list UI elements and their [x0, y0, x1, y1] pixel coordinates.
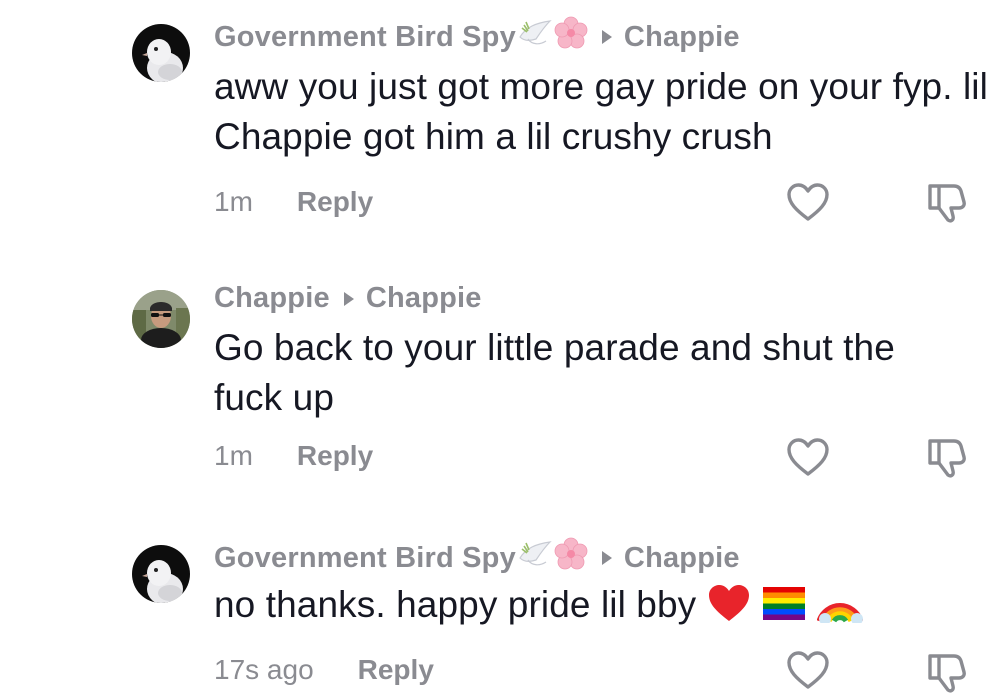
red-heart-icon [707, 583, 751, 636]
dove-icon [516, 538, 554, 578]
cherry-blossom-icon [554, 537, 588, 579]
reply-button[interactable]: Reply [297, 440, 373, 472]
author-name[interactable]: Chappie [214, 282, 330, 315]
author-name[interactable]: Government Bird Spy [214, 542, 516, 575]
avatar[interactable] [132, 24, 190, 82]
comment-meta: 1m Reply [214, 440, 373, 472]
reply-button[interactable]: Reply [358, 654, 434, 686]
comment-meta: 1m Reply [214, 186, 373, 218]
comment-text: no thanks. happy pride lil bby [214, 584, 697, 625]
comment-text: aww you just got more gay pride on your … [214, 66, 988, 157]
author-line: Government Bird Spy Chappie [214, 537, 740, 579]
pigeon-avatar-icon [132, 24, 190, 82]
dislike-icon[interactable] [924, 435, 970, 484]
author-line: Chappie Chappie [214, 282, 482, 315]
avatar[interactable] [132, 545, 190, 603]
like-heart-icon[interactable] [786, 437, 830, 482]
author-name[interactable]: Government Bird Spy [214, 21, 516, 54]
person-avatar-icon [132, 290, 190, 348]
comment-text-row: no thanks. happy pride lil bby [214, 580, 994, 636]
reply-arrow-icon [601, 551, 612, 565]
author-line: Government Bird Spy Chappie [214, 16, 740, 58]
reply-button[interactable]: Reply [297, 186, 373, 218]
comment-time: 17s ago [214, 654, 314, 685]
like-heart-icon[interactable] [786, 650, 830, 695]
like-heart-icon[interactable] [786, 182, 830, 227]
rainbow-flag-icon [761, 583, 807, 636]
avatar[interactable] [132, 290, 190, 348]
cherry-blossom-icon [554, 16, 588, 58]
reply-to-name[interactable]: Chappie [624, 21, 740, 54]
reply-to-name[interactable]: Chappie [624, 542, 740, 575]
comment-meta: 17s ago Reply [214, 654, 434, 686]
dislike-icon[interactable] [924, 650, 970, 699]
comment-time: 1m [214, 440, 253, 471]
dislike-icon[interactable] [924, 180, 970, 229]
rainbow-icon [817, 581, 864, 636]
dove-icon [516, 17, 554, 57]
pigeon-avatar-icon [132, 545, 190, 603]
comment-text: Go back to your little parade and shut t… [214, 327, 895, 418]
reply-arrow-icon [601, 30, 612, 44]
comment-time: 1m [214, 186, 253, 217]
reply-arrow-icon [343, 291, 354, 306]
reply-to-name[interactable]: Chappie [366, 282, 482, 315]
